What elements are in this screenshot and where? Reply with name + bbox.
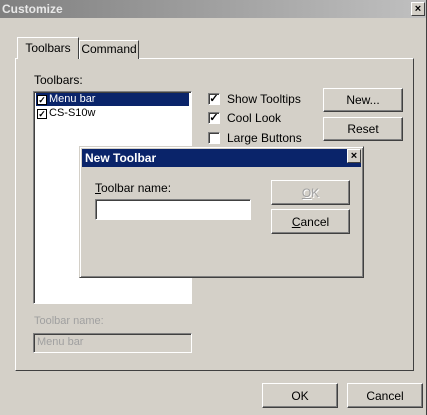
label-rest: ancel bbox=[300, 214, 330, 229]
close-icon[interactable]: × bbox=[347, 149, 361, 163]
ok-button[interactable]: OK bbox=[262, 383, 338, 408]
list-item-menu-bar[interactable]: ✓ Menu bar bbox=[36, 93, 189, 106]
customize-title: Customize bbox=[2, 2, 63, 16]
cancel-button[interactable]: Cancel bbox=[347, 383, 423, 408]
new-toolbar-name-input[interactable] bbox=[95, 199, 251, 220]
check-icon[interactable]: ✓ bbox=[208, 93, 220, 105]
tab-command[interactable]: Command bbox=[79, 40, 139, 59]
cool-look-checkbox[interactable]: ✓ Cool Look bbox=[208, 110, 281, 126]
toolbar-name-field[interactable]: Menu bar bbox=[33, 333, 192, 353]
new-toolbar-ok-button[interactable]: OK bbox=[271, 180, 350, 205]
new-toolbar-titlebar[interactable]: New Toolbar bbox=[82, 149, 361, 167]
show-tooltips-checkbox[interactable]: ✓ Show Tooltips bbox=[208, 91, 301, 107]
reset-button[interactable]: Reset bbox=[323, 117, 403, 141]
tab-toolbars[interactable]: Toolbars bbox=[17, 37, 79, 59]
new-toolbar-cancel-button[interactable]: Cancel bbox=[271, 209, 350, 234]
toolbar-name-label: Toolbar name: bbox=[34, 315, 104, 327]
unchecked-box[interactable] bbox=[208, 132, 220, 144]
mnemonic: O bbox=[301, 185, 312, 200]
check-icon[interactable]: ✓ bbox=[37, 94, 47, 105]
new-button[interactable]: New... bbox=[323, 88, 403, 112]
cool-look-label: Cool Look bbox=[227, 111, 282, 125]
list-item-cs-s10w[interactable]: ✓ CS-S10w bbox=[36, 107, 95, 120]
new-toolbar-dialog: New Toolbar × Toolbar name: OK Cancel bbox=[79, 146, 364, 278]
label-rest: oolbar name: bbox=[101, 181, 172, 195]
toolbars-label: Toolbars: bbox=[34, 73, 83, 87]
check-icon[interactable]: ✓ bbox=[37, 108, 47, 119]
close-icon[interactable]: × bbox=[411, 2, 425, 16]
large-buttons-label: Large Buttons bbox=[227, 131, 302, 145]
list-item-label: CS-S10w bbox=[49, 107, 96, 119]
mnemonic: C bbox=[291, 214, 301, 229]
show-tooltips-label: Show Tooltips bbox=[227, 92, 301, 106]
list-item-label: Menu bar bbox=[49, 93, 96, 105]
tab-toolbars-label: Toolbars bbox=[25, 41, 71, 55]
label-rest: K bbox=[311, 185, 320, 200]
large-buttons-checkbox[interactable]: Large Buttons bbox=[208, 130, 302, 146]
tab-command-label: Command bbox=[81, 42, 137, 56]
new-toolbar-title: New Toolbar bbox=[85, 151, 157, 165]
customize-titlebar[interactable]: Customize bbox=[0, 0, 426, 18]
new-toolbar-name-label: Toolbar name: bbox=[95, 181, 171, 195]
check-icon[interactable]: ✓ bbox=[208, 112, 220, 124]
